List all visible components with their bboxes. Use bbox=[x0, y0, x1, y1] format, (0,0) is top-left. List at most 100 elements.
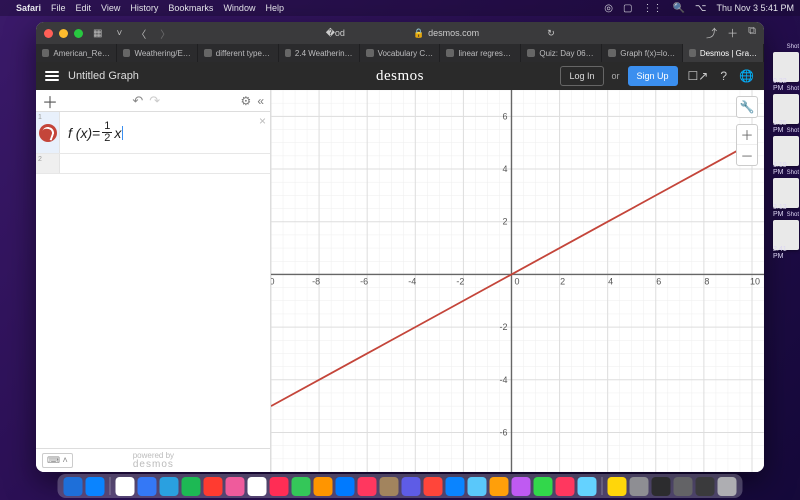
share-icon[interactable]: ⤴ bbox=[706, 25, 717, 41]
spotlight-icon[interactable]: 🔍 bbox=[672, 3, 684, 14]
browser-tab[interactable]: 2.4 Weatherin… bbox=[279, 44, 360, 62]
dock-app[interactable] bbox=[248, 477, 267, 496]
browser-tab[interactable]: Graph f(x)=lo… bbox=[602, 44, 683, 62]
dock-app[interactable] bbox=[336, 477, 355, 496]
expression-input[interactable]: f (x) = 1 2 x bbox=[60, 112, 270, 153]
display-icon[interactable]: ▢ bbox=[623, 3, 632, 14]
window-minimize-button[interactable] bbox=[59, 29, 68, 38]
zoom-in-button[interactable]: ＋ bbox=[737, 125, 757, 145]
zoom-out-button[interactable]: － bbox=[737, 145, 757, 165]
new-tab-icon[interactable]: ＋ bbox=[727, 25, 738, 41]
menu-file[interactable]: File bbox=[51, 3, 66, 13]
chevron-down-icon[interactable]: ˅ bbox=[112, 26, 126, 41]
language-icon[interactable]: 🌐 bbox=[737, 69, 756, 83]
dock-app[interactable] bbox=[468, 477, 487, 496]
dock-app[interactable] bbox=[160, 477, 179, 496]
collapse-panel-icon[interactable]: « bbox=[257, 94, 264, 108]
shield-icon[interactable]: �od bbox=[326, 28, 345, 39]
sidebar-toggle-icon[interactable]: ▦ bbox=[89, 26, 106, 41]
hamburger-icon[interactable] bbox=[44, 71, 60, 81]
expression-row-2[interactable]: 2 bbox=[36, 154, 270, 174]
help-icon[interactable]: ? bbox=[718, 69, 729, 83]
powered-by-brand: desmos bbox=[133, 459, 174, 470]
dock-app[interactable] bbox=[696, 477, 715, 496]
menubar-clock[interactable]: Thu Nov 3 5:41 PM bbox=[716, 3, 794, 13]
forward-button[interactable]: 〉 bbox=[156, 24, 174, 43]
dock-app[interactable] bbox=[270, 477, 289, 496]
share-graph-icon[interactable]: ☐↗ bbox=[686, 69, 711, 83]
window-zoom-button[interactable] bbox=[74, 29, 83, 38]
menu-history[interactable]: History bbox=[130, 3, 158, 13]
dock-app[interactable] bbox=[534, 477, 553, 496]
tabs-overview-icon[interactable]: ⧉ bbox=[748, 25, 756, 41]
url-field[interactable]: desmos.com bbox=[428, 28, 479, 38]
screenshot-thumbnail[interactable]: Shot2.41 PM bbox=[773, 220, 799, 250]
dock-app[interactable] bbox=[424, 477, 443, 496]
graph-settings-icon[interactable]: 🔧 bbox=[736, 96, 758, 118]
control-center-icon[interactable]: ⌥ bbox=[695, 3, 707, 14]
browser-tab[interactable]: American_Re… bbox=[36, 44, 117, 62]
dock-app[interactable] bbox=[138, 477, 157, 496]
panel-settings-icon[interactable]: ⚙ bbox=[241, 94, 252, 108]
graph-canvas[interactable]: -10-8-6-4-20246810-6-4-2246 🔧 ＋ － bbox=[271, 90, 764, 472]
dock-app[interactable] bbox=[358, 477, 377, 496]
tab-label: linear regres… bbox=[458, 49, 510, 58]
record-icon[interactable]: ◎ bbox=[604, 3, 613, 14]
menu-window[interactable]: Window bbox=[223, 3, 255, 13]
dock-app[interactable] bbox=[182, 477, 201, 496]
redo-button[interactable]: ↷ bbox=[149, 93, 166, 108]
dock-app[interactable] bbox=[556, 477, 575, 496]
menu-edit[interactable]: Edit bbox=[76, 3, 92, 13]
browser-tab[interactable]: Desmos | Gra… bbox=[683, 44, 764, 62]
undo-button[interactable]: ↶ bbox=[132, 93, 149, 108]
dock-app[interactable] bbox=[608, 477, 627, 496]
add-expression-button[interactable]: ＋ bbox=[42, 89, 58, 113]
menu-bookmarks[interactable]: Bookmarks bbox=[168, 3, 213, 13]
signup-button[interactable]: Sign Up bbox=[628, 66, 678, 86]
screenshot-thumbnail[interactable]: Shot1.19 PM bbox=[773, 136, 799, 166]
dock-app[interactable] bbox=[116, 477, 135, 496]
svg-text:4: 4 bbox=[502, 164, 507, 174]
browser-tab[interactable]: Vocabulary C… bbox=[360, 44, 441, 62]
expression-input-empty[interactable] bbox=[60, 154, 270, 173]
back-button[interactable]: 〈 bbox=[132, 24, 150, 43]
dock-app[interactable] bbox=[292, 477, 311, 496]
svg-text:-10: -10 bbox=[271, 276, 275, 286]
dock-app[interactable] bbox=[718, 477, 737, 496]
delete-expression-icon[interactable]: × bbox=[259, 114, 266, 128]
svg-text:-8: -8 bbox=[312, 276, 320, 286]
dock-app[interactable] bbox=[446, 477, 465, 496]
screenshot-thumbnail[interactable]: Shot1.35 PM bbox=[773, 94, 799, 124]
screenshot-thumbnail[interactable]: Shot0.32 PM bbox=[773, 52, 799, 82]
dock-app[interactable] bbox=[380, 477, 399, 496]
dock-app[interactable] bbox=[86, 477, 105, 496]
desmos-logo: desmos bbox=[376, 68, 424, 85]
dock-app[interactable] bbox=[204, 477, 223, 496]
reload-icon[interactable]: ↻ bbox=[547, 28, 555, 39]
dock-app[interactable] bbox=[402, 477, 421, 496]
window-close-button[interactable] bbox=[44, 29, 53, 38]
graph-title[interactable]: Untitled Graph bbox=[68, 70, 139, 82]
browser-tab[interactable]: different type… bbox=[198, 44, 279, 62]
dock-app[interactable] bbox=[490, 477, 509, 496]
menubar-app[interactable]: Safari bbox=[16, 3, 41, 13]
dock-app[interactable] bbox=[314, 477, 333, 496]
dock-app[interactable] bbox=[578, 477, 597, 496]
browser-tab[interactable]: Quiz: Day 06… bbox=[521, 44, 602, 62]
expression-row-1[interactable]: 1 f (x) = 1 2 x × bbox=[36, 112, 270, 154]
wifi-icon[interactable]: ⋮⋮ bbox=[642, 3, 662, 14]
keyboard-toggle-button[interactable]: ⌨ ˄ bbox=[42, 453, 73, 468]
dock-app[interactable] bbox=[652, 477, 671, 496]
expression-panel: ＋ ↶↷ ⚙ « 1 f (x) = 1 2 bbox=[36, 90, 271, 472]
browser-tab[interactable]: linear regres… bbox=[440, 44, 521, 62]
dock-app[interactable] bbox=[64, 477, 83, 496]
dock-app[interactable] bbox=[226, 477, 245, 496]
login-button[interactable]: Log In bbox=[560, 66, 603, 86]
dock-app[interactable] bbox=[674, 477, 693, 496]
menu-view[interactable]: View bbox=[101, 3, 120, 13]
menu-help[interactable]: Help bbox=[265, 3, 284, 13]
dock-app[interactable] bbox=[630, 477, 649, 496]
dock-app[interactable] bbox=[512, 477, 531, 496]
screenshot-thumbnail[interactable]: Shot3.13 PM bbox=[773, 178, 799, 208]
browser-tab[interactable]: Weathering/E… bbox=[117, 44, 198, 62]
